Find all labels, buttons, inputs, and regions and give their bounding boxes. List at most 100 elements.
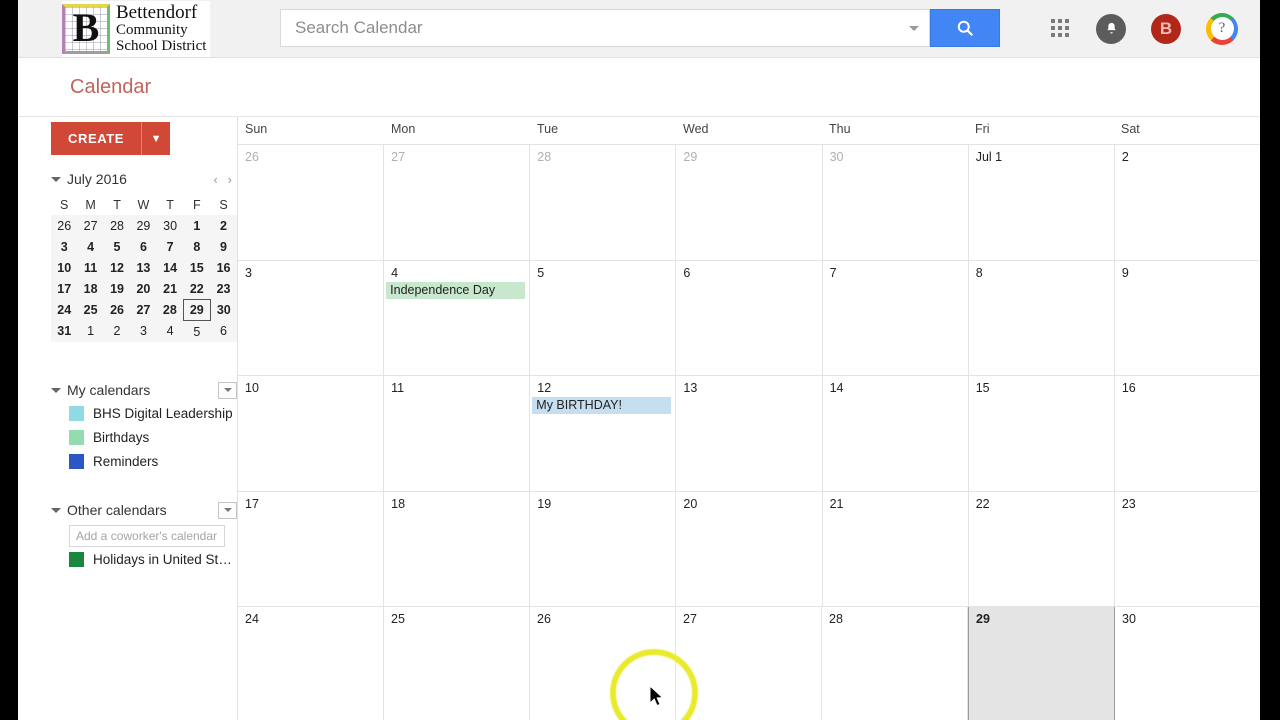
mini-day-cell[interactable]: 30 — [157, 215, 184, 236]
day-cell[interactable]: 16 — [1115, 376, 1260, 491]
day-cell[interactable]: 23 — [1115, 492, 1260, 607]
mini-day-cell[interactable]: 14 — [157, 257, 184, 278]
mini-day-cell[interactable]: 20 — [130, 278, 156, 300]
mini-day-cell[interactable]: 9 — [210, 236, 237, 257]
search-field[interactable] — [280, 9, 930, 47]
day-cell[interactable]: 20 — [676, 491, 823, 607]
day-cell[interactable]: 19 — [530, 491, 677, 607]
mini-day-cell[interactable]: 16 — [210, 257, 237, 278]
day-cell[interactable]: Jul 1 — [969, 145, 1115, 260]
chevron-down-icon[interactable] — [909, 26, 919, 31]
day-cell[interactable]: 21 — [823, 491, 969, 607]
day-cell[interactable]: 2 — [1115, 145, 1260, 260]
day-cell[interactable]: 25 — [384, 607, 530, 720]
day-cell[interactable]: 14 — [823, 376, 969, 491]
collapse-caret-icon[interactable] — [51, 387, 61, 393]
my-calendars-options-button[interactable] — [218, 381, 237, 399]
mini-day-cell[interactable]: 4 — [77, 236, 103, 257]
my-calendar-item[interactable]: BHS Digital Leadership — [51, 401, 237, 425]
day-cell[interactable]: 4 Independence Day — [384, 260, 531, 376]
mini-day-cell[interactable]: 30 — [210, 300, 237, 321]
mini-day-cell[interactable]: 8 — [184, 236, 211, 257]
mini-day-cell[interactable]: 28 — [157, 300, 184, 321]
add-coworker-calendar-input[interactable] — [69, 525, 225, 547]
day-cell[interactable]: 29 — [968, 607, 1115, 720]
calendar-event[interactable]: Independence Day — [386, 281, 526, 299]
calendar-color-swatch[interactable] — [69, 453, 84, 469]
mini-day-cell[interactable]: 7 — [157, 236, 184, 257]
avatar[interactable]: B — [1151, 13, 1181, 44]
day-cell[interactable]: 5 — [530, 260, 677, 376]
bell-icon[interactable] — [1096, 13, 1126, 44]
mini-day-cell[interactable]: 3 — [130, 321, 156, 343]
my-calendar-item[interactable]: Reminders — [51, 449, 237, 473]
collapse-caret-icon[interactable] — [51, 507, 61, 513]
day-cell[interactable]: 30 — [823, 145, 969, 260]
day-cell[interactable]: 6 — [676, 260, 823, 376]
mini-day-cell[interactable]: 29 — [130, 215, 156, 236]
mini-day-cell[interactable]: 26 — [104, 300, 130, 321]
day-cell[interactable]: 26 — [238, 145, 385, 260]
mini-day-cell[interactable]: 15 — [184, 257, 211, 278]
day-cell[interactable]: 26 — [530, 607, 676, 720]
mini-day-cell[interactable]: 10 — [51, 257, 77, 278]
mini-day-cell[interactable]: 2 — [104, 321, 130, 343]
create-button[interactable]: CREATE — [51, 122, 142, 155]
day-cell[interactable]: 22 — [969, 491, 1115, 607]
mini-day-cell[interactable]: 11 — [77, 257, 103, 278]
apps-grid-icon[interactable] — [1051, 18, 1071, 39]
day-cell[interactable]: 3 — [238, 260, 385, 376]
calendar-color-swatch[interactable] — [69, 551, 84, 567]
other-calendar-item[interactable]: Holidays in United Sta... — [51, 547, 237, 571]
mini-day-cell[interactable]: 6 — [130, 236, 156, 257]
search-button[interactable] — [930, 9, 1000, 47]
day-cell[interactable]: 27 — [384, 145, 531, 260]
search-input[interactable] — [293, 17, 903, 39]
mini-day-cell[interactable]: 6 — [210, 321, 237, 343]
mini-day-cell[interactable]: 3 — [51, 236, 77, 257]
mini-day-cell[interactable]: 13 — [130, 257, 156, 278]
mini-day-cell[interactable]: 22 — [184, 278, 211, 300]
collapse-caret-icon[interactable] — [51, 176, 61, 182]
mini-day-cell[interactable]: 18 — [77, 278, 103, 300]
day-cell[interactable]: 8 — [969, 260, 1115, 376]
day-cell[interactable]: 15 — [969, 376, 1115, 491]
day-cell[interactable]: 13 — [676, 376, 823, 491]
mini-day-cell[interactable]: 5 — [104, 236, 130, 257]
mini-day-cell[interactable]: 27 — [77, 215, 103, 236]
mini-day-cell[interactable]: 26 — [51, 215, 77, 236]
mini-day-cell[interactable]: 2 — [210, 215, 237, 236]
my-calendar-item[interactable]: Birthdays — [51, 425, 237, 449]
mini-day-cell[interactable]: 4 — [157, 321, 184, 343]
calendar-event[interactable]: My BIRTHDAY! — [532, 397, 672, 415]
mini-next-button[interactable]: › — [223, 172, 237, 187]
mini-day-cell[interactable]: 24 — [51, 300, 77, 321]
mini-day-cell[interactable]: 28 — [104, 215, 130, 236]
mini-day-cell[interactable]: 12 — [104, 257, 130, 278]
day-cell[interactable]: 9 — [1115, 261, 1260, 376]
mini-day-cell[interactable]: 31 — [51, 321, 77, 343]
mini-day-cell[interactable]: 27 — [130, 300, 156, 321]
mini-day-cell[interactable]: 17 — [51, 278, 77, 300]
calendar-color-swatch[interactable] — [69, 429, 84, 445]
mini-day-cell[interactable]: 23 — [210, 278, 237, 300]
mini-day-cell[interactable]: 29 — [183, 299, 211, 321]
mini-day-cell[interactable]: 1 — [77, 321, 103, 343]
day-cell[interactable]: 11 — [384, 376, 531, 491]
mini-prev-button[interactable]: ‹ — [208, 172, 222, 187]
day-cell[interactable]: 10 — [238, 376, 385, 491]
help-question-icon[interactable]: ? — [1206, 12, 1238, 45]
day-cell[interactable]: 28 — [822, 607, 968, 720]
day-cell[interactable]: 24 — [238, 607, 384, 720]
day-cell[interactable]: 17 — [238, 491, 385, 607]
mini-day-cell[interactable]: 25 — [77, 300, 103, 321]
mini-day-cell[interactable]: 19 — [104, 278, 130, 300]
day-cell[interactable]: 28 — [530, 145, 677, 260]
mini-day-cell[interactable]: 1 — [184, 215, 211, 236]
day-cell[interactable]: 30 — [1115, 607, 1260, 720]
day-cell[interactable]: 12 My BIRTHDAY! — [530, 376, 677, 491]
calendar-color-swatch[interactable] — [69, 405, 84, 421]
other-calendars-options-button[interactable] — [218, 501, 237, 519]
create-dropdown-button[interactable]: ▼ — [141, 122, 171, 155]
mini-day-cell[interactable]: 5 — [184, 321, 211, 343]
